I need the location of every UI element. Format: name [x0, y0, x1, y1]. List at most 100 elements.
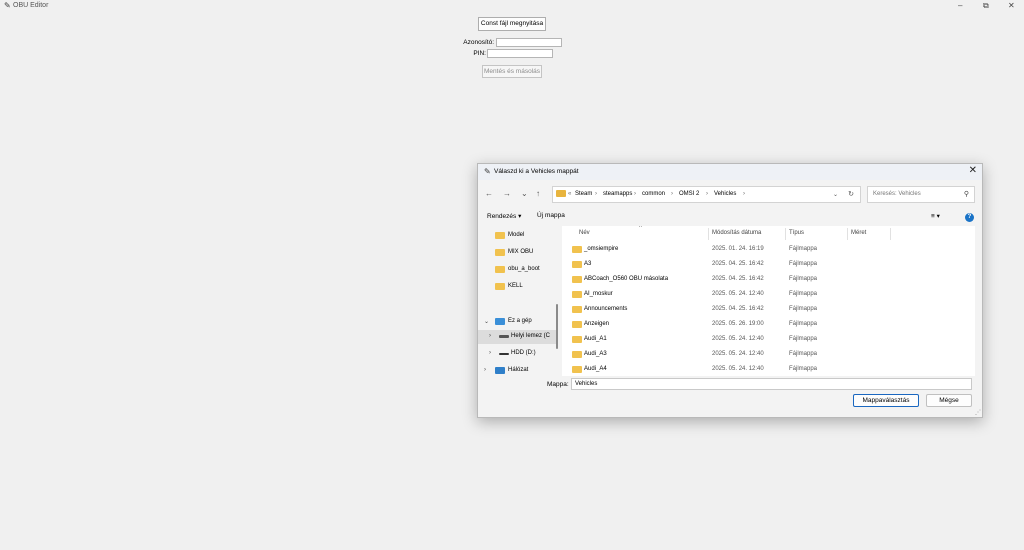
file-type: Fájlmappa: [789, 351, 818, 357]
breadcrumb-item[interactable]: common: [642, 191, 665, 197]
file-date: 2025. 05. 24. 12:40: [712, 366, 764, 372]
new-folder-button[interactable]: Új mappa: [537, 212, 565, 219]
forward-arrow-icon[interactable]: →: [503, 189, 511, 198]
file-date: 2025. 05. 24. 12:40: [712, 351, 764, 357]
folder-icon: [572, 366, 582, 373]
nav-item-this-pc[interactable]: ⌄ Ez a gép: [478, 315, 556, 329]
file-name: AI_moskur: [584, 291, 613, 297]
pin-input[interactable]: [487, 49, 553, 58]
nav-item[interactable]: KELL: [478, 280, 556, 294]
nav-item-local-disk[interactable]: › Helyi lemez (C: [478, 330, 556, 344]
column-divider[interactable]: [890, 228, 891, 240]
refresh-icon[interactable]: ↻: [848, 190, 854, 198]
folder-icon: [572, 336, 582, 343]
file-row[interactable]: Audi_A3 2025. 05. 24. 12:40 Fájlmappa: [562, 347, 967, 362]
restore-button[interactable]: ⧉: [983, 0, 989, 11]
resize-grip-icon[interactable]: ⋰: [975, 409, 981, 416]
file-type: Fájlmappa: [789, 366, 818, 372]
chevron-down-icon[interactable]: ⌄: [484, 318, 489, 325]
search-icon[interactable]: ⚲: [964, 190, 969, 198]
file-name: Audi_A4: [584, 366, 607, 372]
id-input[interactable]: [496, 38, 562, 47]
file-date: 2025. 05. 24. 12:40: [712, 336, 764, 342]
folder-name-input[interactable]: Vehicles: [571, 378, 972, 390]
search-box[interactable]: Keresés: Vehicles ⚲: [867, 186, 975, 203]
folder-icon: [495, 232, 505, 239]
view-options-menu[interactable]: ≡ ▾: [931, 212, 940, 220]
chevron-right-icon: ›: [706, 191, 708, 197]
chevron-right-icon: ›: [634, 191, 636, 197]
back-arrow-icon[interactable]: ←: [485, 189, 493, 198]
file-row[interactable]: Audi_A4 2025. 05. 24. 12:40 Fájlmappa: [562, 362, 967, 376]
folder-icon: [572, 351, 582, 358]
file-row[interactable]: Audi_A1 2025. 05. 24. 12:40 Fájlmappa: [562, 332, 967, 347]
file-row[interactable]: _omsiempire 2025. 01. 24. 16:19 Fájlmappa: [562, 242, 967, 257]
nav-item[interactable]: Model: [478, 229, 556, 243]
chevron-right-icon[interactable]: ›: [484, 367, 486, 373]
chevron-right-icon[interactable]: ›: [489, 350, 491, 356]
breadcrumb-item[interactable]: Steam: [575, 191, 592, 197]
column-divider[interactable]: [785, 228, 786, 240]
column-divider[interactable]: [708, 228, 709, 240]
column-divider[interactable]: [847, 228, 848, 240]
file-date: 2025. 04. 25. 16:42: [712, 306, 764, 312]
breadcrumb-item[interactable]: Vehicles: [714, 191, 736, 197]
breadcrumb-overflow[interactable]: «: [568, 191, 571, 197]
file-date: 2025. 04. 25. 16:42: [712, 276, 764, 282]
select-folder-button[interactable]: Mappaválasztás: [853, 394, 919, 407]
nav-item[interactable]: MIX OBU: [478, 246, 556, 260]
computer-icon: [495, 318, 505, 325]
breadcrumb-item[interactable]: OMSI 2: [679, 191, 699, 197]
folder-picker-dialog: ✎ Válaszd ki a Vehicles mappát ✕ ← → ⌄ ↑…: [477, 163, 983, 418]
cancel-button[interactable]: Mégse: [926, 394, 972, 407]
column-header-type[interactable]: Típus: [789, 230, 804, 236]
navigation-pane: Model MIX OBU obu_a_boot KELL ⌄ Ez a gép…: [478, 226, 559, 376]
file-row[interactable]: ABCoach_O560 OBU másolata 2025. 04. 25. 1…: [562, 272, 967, 287]
nav-item-label: obu_a_boot: [508, 266, 540, 272]
column-header-size[interactable]: Méret: [851, 230, 866, 236]
save-and-copy-button[interactable]: Mentés és másolás: [482, 65, 542, 78]
file-row[interactable]: A3 2025. 04. 25. 16:42 Fájlmappa: [562, 257, 967, 272]
file-row[interactable]: Announcements 2025. 04. 25. 16:42 Fájlmapp…: [562, 302, 967, 317]
file-name: Audi_A3: [584, 351, 607, 357]
address-bar[interactable]: « Steam › steamapps › common › OMSI 2 › …: [552, 186, 861, 203]
minimize-button[interactable]: –: [958, 0, 962, 11]
file-type: Fájlmappa: [789, 291, 818, 297]
breadcrumb-item[interactable]: steamapps: [603, 191, 632, 197]
app-title: OBU Editor: [13, 2, 49, 9]
folder-icon: [572, 291, 582, 298]
chevron-right-icon[interactable]: ›: [489, 333, 491, 339]
file-type: Fájlmappa: [789, 246, 818, 252]
up-arrow-icon[interactable]: ↑: [536, 189, 540, 198]
folder-icon: [556, 190, 566, 197]
file-type: Fájlmappa: [789, 321, 818, 327]
column-header-date[interactable]: Módosítás dátuma: [712, 230, 761, 236]
dialog-close-icon[interactable]: ✕: [969, 165, 977, 176]
app-titlebar: ✎ OBU Editor – ⧉ ✕: [0, 0, 1024, 12]
chevron-right-icon: ›: [595, 191, 597, 197]
network-icon: [495, 367, 505, 374]
column-header-name[interactable]: Név: [579, 230, 590, 236]
open-const-file-button[interactable]: Const fájl megnyitása: [478, 17, 546, 31]
chevron-right-icon: ›: [671, 191, 673, 197]
drive-icon: [499, 335, 509, 338]
nav-item-hdd[interactable]: › HDD (D:): [478, 347, 556, 361]
folder-icon: [572, 321, 582, 328]
file-name: A3: [584, 261, 592, 267]
close-button[interactable]: ✕: [1008, 0, 1015, 11]
organize-menu[interactable]: Rendezés ▾: [487, 212, 521, 220]
nav-item-label: HDD (D:): [511, 350, 536, 356]
dialog-titlebar: ✎ Válaszd ki a Vehicles mappát ✕: [478, 164, 982, 180]
chevron-right-icon: ›: [743, 191, 745, 197]
file-name: Audi_A1: [584, 336, 607, 342]
recent-locations-icon[interactable]: ⌄: [521, 189, 528, 198]
file-row[interactable]: Anzeigen 2025. 05. 26. 19:00 Fájlmappa: [562, 317, 967, 332]
help-icon[interactable]: ?: [965, 213, 974, 222]
nav-item-label: Model: [508, 232, 525, 238]
nav-item[interactable]: obu_a_boot: [478, 263, 556, 277]
chevron-down-icon[interactable]: ⌄: [833, 191, 838, 198]
file-row[interactable]: AI_moskur 2025. 05. 24. 12:40 Fájlmappa: [562, 287, 967, 302]
nav-item-network[interactable]: › Hálózat: [478, 364, 556, 376]
folder-icon: [572, 246, 582, 253]
nav-pane-scrollbar[interactable]: [556, 304, 558, 349]
